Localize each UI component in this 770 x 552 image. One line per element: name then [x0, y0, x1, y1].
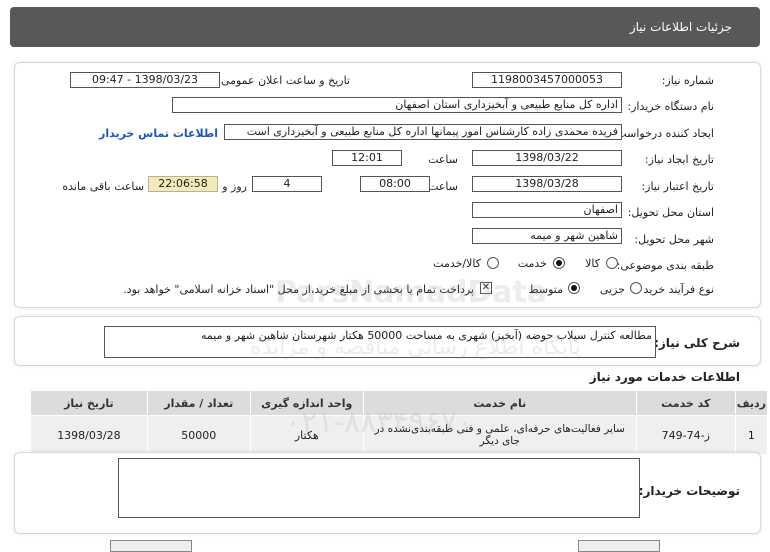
delivery-city-label: شهر محل تحویل: — [634, 233, 714, 246]
need-details-page: جزئیات اطلاعات نیاز شماره نیاز: 11980034… — [0, 0, 770, 552]
table-row: 1 ز-74-749 سایر فعالیت‌های حرفه‌ای، علمی… — [30, 415, 769, 455]
days-remaining-field[interactable]: 4 — [252, 176, 322, 192]
quantity-cell: 50000 — [146, 415, 251, 455]
category-goods-radio[interactable] — [606, 257, 618, 269]
row-number-cell: 1 — [734, 415, 769, 455]
treasury-payment-checkbox[interactable]: ✕ — [480, 282, 492, 294]
announce-datetime-field[interactable]: 1398/03/23 - 09:47 — [70, 72, 220, 88]
valid-date-field[interactable]: 1398/03/28 — [472, 176, 622, 192]
col-service-code: کد خدمت — [635, 390, 736, 416]
treasury-payment-note: پرداخت تمام یا بخشی از مبلغ خرید،از محل … — [123, 283, 474, 296]
buyer-org-field[interactable]: اداره کل منابع طبیعی و آبخیزداری استان ا… — [172, 97, 622, 113]
process-minor-label: جزیی — [599, 283, 625, 296]
process-minor-radio[interactable] — [630, 282, 642, 294]
description-label: شرح کلی نیاز: — [654, 336, 740, 350]
col-need-date: تاریخ نیاز — [30, 390, 148, 416]
col-row-number: ردیف — [734, 390, 769, 416]
description-field[interactable]: مطالعه کنترل سیلاب حوضه (آبخیز) شهری به … — [104, 326, 656, 358]
process-medium-radio[interactable] — [568, 282, 580, 294]
valid-time-field[interactable]: 08:00 — [360, 176, 430, 192]
valid-date-label: تاریخ اعتبار نیاز: — [641, 180, 714, 193]
process-medium-label: متوسط — [528, 283, 563, 296]
buyer-notes-label: توضیحات خریدار: — [638, 484, 740, 498]
col-service-name: نام خدمت — [362, 390, 637, 416]
services-table: ردیف کد خدمت نام خدمت واحد اندازه گیری ت… — [30, 390, 769, 455]
delivery-province-field[interactable]: اصفهان — [472, 202, 622, 218]
category-goods-label: کالا — [585, 257, 600, 270]
announce-datetime-label: تاریخ و ساعت اعلان عمومی: — [217, 74, 350, 87]
services-section-title: اطلاعات خدمات مورد نیاز — [589, 370, 740, 384]
creator-field[interactable]: فریده محمدی زاده کارشناس امور پیمانها اد… — [224, 124, 622, 140]
category-service-label: خدمت — [517, 257, 547, 270]
valid-time-label: ساعت — [428, 180, 458, 193]
unit-cell: هکتار — [249, 415, 364, 455]
need-date-cell: 1398/03/28 — [30, 415, 148, 455]
category-service-radio[interactable] — [553, 257, 565, 269]
created-time-label: ساعت — [428, 153, 458, 166]
time-remaining-label: ساعت باقی مانده — [62, 180, 144, 193]
time-remaining-field: 22:06:58 — [148, 176, 218, 192]
created-time-field[interactable]: 12:01 — [332, 150, 402, 166]
service-code-cell: ز-74-749 — [635, 415, 736, 455]
col-unit: واحد اندازه گیری — [249, 390, 364, 416]
days-label: روز و — [222, 180, 247, 193]
creator-label: ایجاد کننده درخواست: — [612, 127, 714, 140]
process-type-label: نوع فرآیند خرید : — [636, 283, 714, 296]
created-date-label: تاریخ ایجاد نیاز: — [644, 153, 714, 166]
delivery-city-field[interactable]: شاهین شهر و میمه — [472, 228, 622, 244]
category-goods-service-label: کالا/خدمت — [433, 257, 481, 270]
services-header-row: ردیف کد خدمت نام خدمت واحد اندازه گیری ت… — [30, 390, 769, 416]
bottom-button-left[interactable] — [110, 540, 192, 552]
created-date-field[interactable]: 1398/03/22 — [472, 150, 622, 166]
category-goods-service-radio[interactable] — [487, 257, 499, 269]
page-header: جزئیات اطلاعات نیاز — [10, 7, 760, 47]
page-title: جزئیات اطلاعات نیاز — [629, 20, 732, 34]
buyer-notes-field[interactable] — [118, 458, 640, 518]
bottom-button-right[interactable] — [578, 540, 660, 552]
buyer-org-label: نام دستگاه خریدار: — [627, 100, 714, 113]
delivery-province-label: استان محل تحویل: — [627, 206, 714, 219]
category-label: طبقه بندی موضوعی: — [616, 259, 714, 272]
need-number-label: شماره نیاز: — [661, 74, 714, 87]
buyer-contact-link[interactable]: اطلاعات تماس خریدار — [99, 127, 218, 140]
need-number-field[interactable]: 1198003457000053 — [472, 72, 622, 88]
col-quantity: تعداد / مقدار — [146, 390, 251, 416]
service-name-cell: سایر فعالیت‌های حرفه‌ای، علمی و فنی طبقه… — [362, 415, 637, 455]
